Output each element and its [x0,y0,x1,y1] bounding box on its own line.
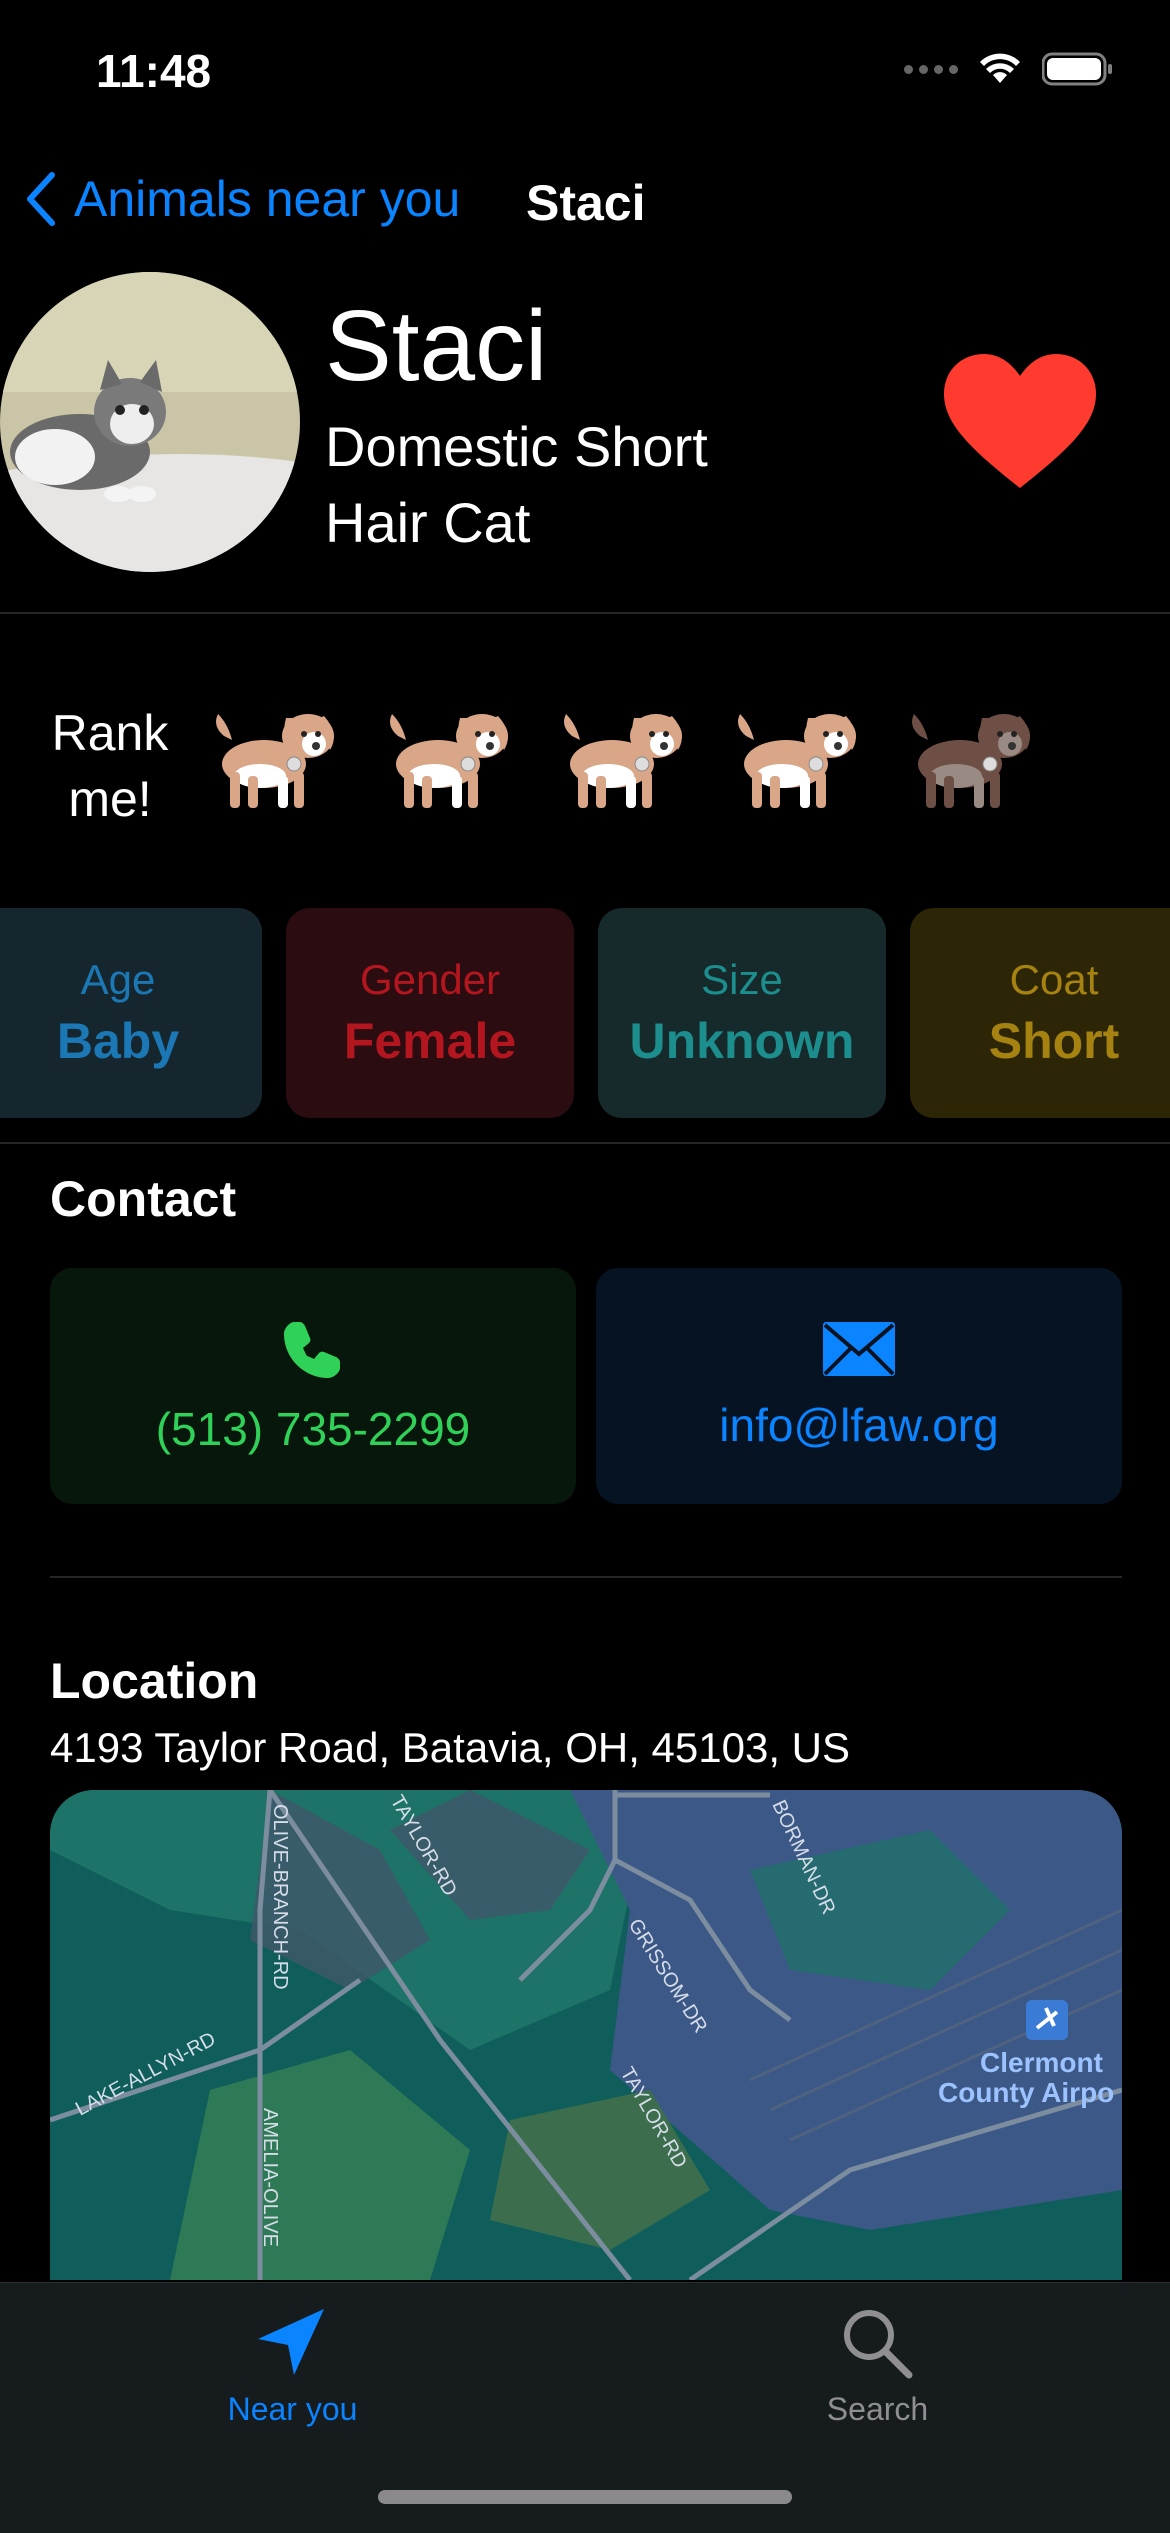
rank-label-line-1: Rank [51,705,169,761]
attribute-value: Unknown [629,1013,855,1069]
dog-rank-icon[interactable] [726,706,866,816]
attribute-value: Baby [56,1013,180,1069]
divider [0,612,1170,614]
tab-label: Near you [227,2391,358,2427]
back-button-label: Animals near you [74,171,461,227]
attribute-label: Size [701,956,783,1003]
map-label: AMELIA-OLIVE [259,2108,281,2247]
attribute-card-gender[interactable]: Gender Female [286,908,574,1118]
battery-icon [1042,52,1112,86]
location-address: 4193 Taylor Road, Batavia, OH, 45103, US [50,1724,851,1771]
location-section-title: Location [50,1653,259,1709]
tab-label: Search [826,2391,929,2427]
status-time: 11:48 [96,45,212,97]
animal-photo [0,272,300,572]
dog-rank-icon[interactable] [552,706,692,816]
nav-title: Staci [526,175,646,231]
envelope-icon [823,1322,895,1376]
divider [0,1142,1170,1144]
contact-section-title: Contact [50,1171,237,1227]
attribute-label: Age [80,956,156,1003]
magnifier-icon [844,2310,913,2379]
map-label: County Airpo [938,2077,1114,2108]
back-button[interactable]: Animals near you [24,170,460,228]
animal-breed-line-1: Domestic Short [325,415,708,478]
attribute-card-size[interactable]: Size Unknown [598,908,886,1118]
map-label: OLIVE-BRANCH-RD [269,1804,291,1990]
phone-icon [284,1322,340,1378]
animal-breed-line-2: Hair Cat [325,491,531,554]
location-map[interactable]: OLIVE-BRANCH-RD TAYLOR-RD BORMAN-DR GRIS… [50,1790,1122,2280]
attribute-value: Female [343,1013,517,1069]
wifi-icon [980,53,1020,83]
favorite-button[interactable] [942,352,1098,492]
tab-search[interactable]: Search [585,2283,1170,2483]
status-icons [904,52,1114,86]
attribute-value: Short [988,1013,1120,1069]
phone-number: (513) 735-2299 [155,1403,471,1455]
rank-label-line-2: me! [68,771,152,827]
map-label: Clermont [980,2047,1103,2078]
attribute-label: Coat [1009,956,1099,1003]
chevron-left-icon [27,172,55,226]
dog-rank-icon[interactable] [378,706,518,816]
animal-name: Staci [325,290,548,402]
cellular-signal-icon [904,64,958,74]
email-button[interactable]: info@lfaw.org [596,1268,1122,1504]
attribute-label: Gender [359,956,501,1003]
heart-icon [944,354,1096,488]
home-indicator [378,2490,792,2504]
tab-near-you[interactable]: Near you [0,2283,585,2483]
phone-button[interactable]: (513) 735-2299 [50,1268,576,1504]
attribute-card-age[interactable]: Age Baby [0,908,262,1118]
rank-label: Rank me! [50,700,170,832]
dog-rank-icon[interactable] [900,706,1040,816]
location-arrow-icon [258,2309,324,2375]
email-address: info@lfaw.org [719,1399,999,1451]
dog-rank-icon[interactable] [204,706,344,816]
divider [50,1576,1122,1578]
attribute-card-coat[interactable]: Coat Short [910,908,1170,1118]
